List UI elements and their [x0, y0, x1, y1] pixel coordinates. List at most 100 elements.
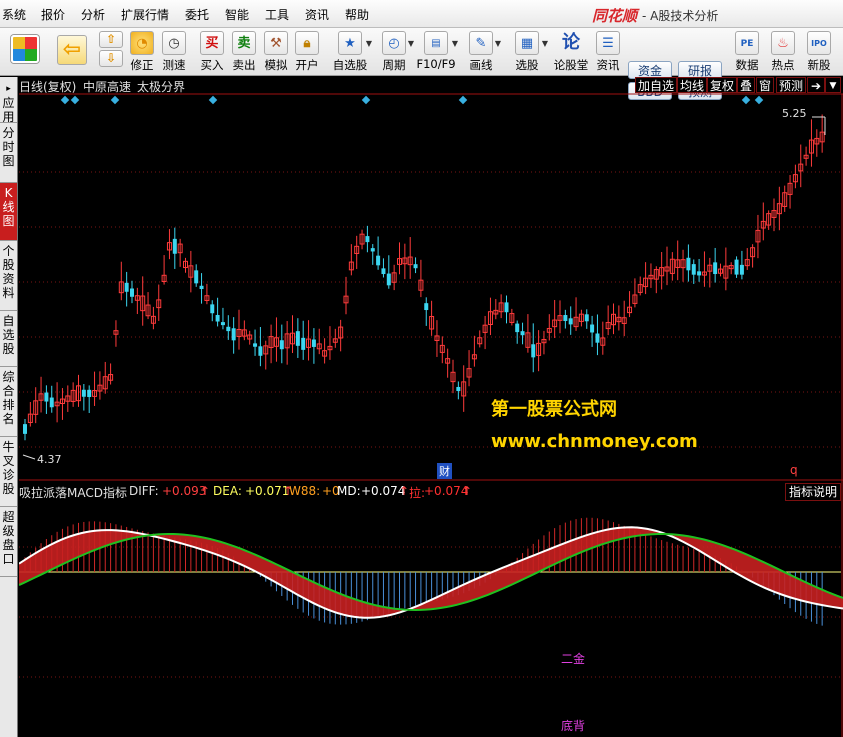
candle-body [44, 392, 49, 402]
kline-chart[interactable] [19, 77, 843, 737]
candle-body [226, 326, 231, 332]
event-diamond-icon [361, 95, 371, 105]
buy-icon: 买 [200, 31, 224, 55]
event-diamond-icon [754, 95, 764, 105]
menu-order[interactable]: 委托 [185, 6, 209, 23]
menu-extended-quotes[interactable]: 扩展行情 [121, 6, 169, 23]
speed-test-button[interactable]: ◷ 测速 [160, 31, 188, 73]
watchlist-button[interactable]: ★ ▼ 自选股 [330, 31, 372, 73]
sidebar-tab-intraday[interactable]: 分时图 [0, 123, 17, 183]
layout-grid-icon [11, 35, 39, 63]
candle-body [697, 271, 702, 276]
candle-body [124, 282, 129, 292]
forum-button[interactable]: 论 论股堂 [553, 31, 589, 73]
indicator-help-button[interactable]: 指标说明 [784, 483, 841, 501]
open-account-button[interactable]: 🔒︎ 开户 [293, 31, 321, 73]
hot-label: 热点 [771, 58, 795, 72]
menu-smart[interactable]: 智能 [225, 6, 249, 23]
candle-body [301, 337, 306, 350]
candle-body [691, 264, 696, 275]
candle-body [504, 302, 509, 313]
hot-button[interactable]: ♨ 热点 [768, 31, 798, 73]
menu-quote[interactable]: 报价 [41, 6, 65, 23]
candle-body [381, 268, 386, 275]
finance-marker[interactable]: 财 [437, 463, 452, 479]
sidebar-tab-ranking[interactable]: 综合排名 [0, 367, 17, 437]
chart-area: 日线(复权) 中原高速 太极分界 加自选 均线 复权 叠 窗 预测 ➔ ▼ 吸拉… [19, 77, 843, 737]
chevron-down-icon[interactable]: ▼ [408, 39, 414, 48]
forum-label: 论股堂 [553, 58, 589, 72]
correction-label: 修正 [130, 58, 154, 72]
window-button[interactable]: 窗 [756, 77, 775, 93]
brand-logo: 同花顺 [592, 7, 638, 25]
sidebar-tab-diagnosis[interactable]: 牛叉诊股 [0, 437, 17, 507]
clock-icon: ◴ [382, 31, 406, 55]
watermark-title: 第一股票公式网 [491, 399, 617, 420]
chart-header: 日线(复权) 中原高速 太极分界 加自选 均线 复权 叠 窗 预测 ➔ ▼ [19, 77, 843, 94]
sell-icon: 卖 [232, 31, 256, 55]
md-label: MD: [337, 484, 361, 498]
back-arrow-icon: ⇦ [57, 35, 87, 65]
panel-arrow-icon[interactable]: ➔ [807, 77, 825, 93]
diff-label: DIFF: [129, 484, 159, 498]
up-down-button[interactable]: ⇧ ⇩ [98, 31, 124, 73]
chevron-down-icon[interactable]: ▼ [495, 39, 501, 48]
stock-name: 中原高速 [83, 80, 132, 94]
chevron-down-icon[interactable]: ▼ [825, 77, 841, 93]
low-price-label: 4.37 [37, 453, 62, 466]
correction-button[interactable]: ◔ 修正 [128, 31, 156, 73]
menu-system[interactable]: 系统 [2, 6, 26, 23]
ipo-label: 新股 [807, 58, 831, 72]
candle-body [130, 288, 134, 297]
back-button[interactable]: ⇦ [55, 31, 89, 73]
add-watchlist-button[interactable]: 加自选 [635, 77, 678, 93]
buy-label: 买入 [200, 58, 224, 72]
signal-label-ergold: 二金 [561, 652, 586, 666]
news-button[interactable]: ☰ 资讯 [594, 31, 622, 73]
up-arrow-icon: ↑ [462, 484, 473, 498]
stock-screen-button[interactable]: ▦ ▼ 选股 [508, 31, 548, 73]
sidebar-tab-stock-profile[interactable]: 个股资料 [0, 241, 17, 311]
f10-button[interactable]: ▤ ▼ F10/F9 [416, 31, 458, 73]
chevron-down-icon[interactable]: ▼ [542, 39, 548, 48]
lock-icon: 🔒︎ [295, 31, 319, 55]
draw-line-button[interactable]: ✎ ▼ 画线 [463, 31, 501, 73]
buy-button[interactable]: 买 买入 [198, 31, 226, 73]
sidebar-tab-watchlist[interactable]: 自选股 [0, 311, 17, 367]
chevron-down-icon[interactable]: ▼ [366, 39, 372, 48]
ma-button[interactable]: 均线 [677, 77, 708, 93]
adjust-button[interactable]: 复权 [707, 77, 738, 93]
candle-body [279, 340, 284, 350]
candle-body [365, 236, 370, 243]
candle-body [584, 314, 589, 322]
forum-icon: 论 [562, 32, 580, 53]
collapse-arrow-icon: ▸ [6, 84, 11, 94]
period-button[interactable]: ◴ ▼ 周期 [376, 31, 414, 73]
sidebar-tab-apps[interactable]: ▸ 应用 [0, 77, 17, 124]
candle-body [386, 273, 391, 286]
chevron-down-icon[interactable]: ▼ [452, 39, 458, 48]
menu-tools[interactable]: 工具 [265, 6, 289, 23]
q-marker[interactable]: q [790, 463, 798, 477]
event-diamond-icon [60, 95, 70, 105]
layout-button[interactable] [8, 31, 42, 73]
data-label: 数据 [735, 58, 759, 72]
candle-body [739, 264, 744, 275]
ipo-button[interactable]: IPO 新股 [804, 31, 834, 73]
sidebar-tab-order-book[interactable]: 超级盘口 [0, 507, 17, 577]
event-diamond-icon [70, 95, 80, 105]
event-diamond-icon [208, 95, 218, 105]
sell-button[interactable]: 卖 卖出 [230, 31, 258, 73]
data-button[interactable]: PE 数据 [732, 31, 762, 73]
candle-body [520, 331, 525, 336]
low-marker-line [22, 454, 36, 460]
menu-analysis[interactable]: 分析 [81, 6, 105, 23]
candle-body [595, 333, 600, 343]
menu-news[interactable]: 资讯 [305, 6, 329, 23]
simulate-button[interactable]: ⚒ 模拟 [262, 31, 290, 73]
overlay-button[interactable]: 叠 [737, 77, 756, 93]
menu-help[interactable]: 帮助 [345, 6, 369, 23]
news-icon: ☰ [596, 31, 620, 55]
sidebar-tab-kline[interactable]: K线图 [0, 183, 17, 241]
forecast-toggle-button[interactable]: 预测 [776, 77, 807, 93]
